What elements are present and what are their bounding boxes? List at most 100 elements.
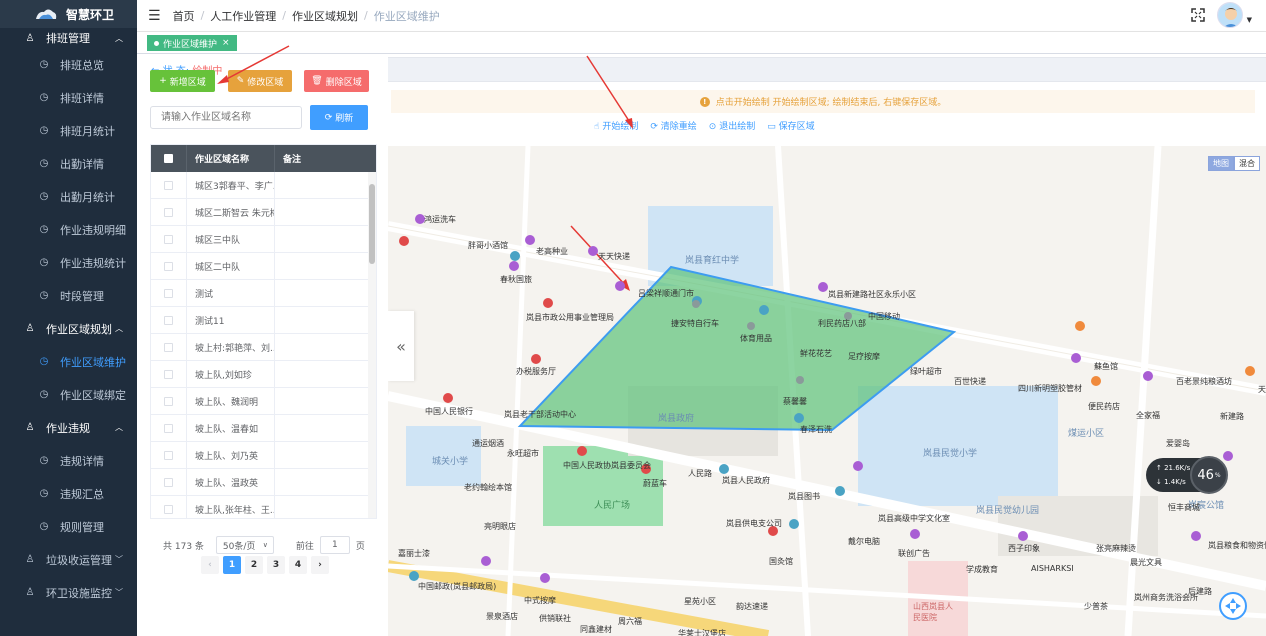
row-checkbox[interactable] (164, 396, 173, 406)
map-poi-label[interactable]: 便民药店 (1088, 401, 1120, 412)
table-row[interactable]: 坡上队、魏润明 (151, 388, 376, 415)
table-row[interactable]: 测试 (151, 280, 376, 307)
map-poi-label[interactable]: 爱婴岛 (1166, 438, 1190, 449)
scrollbar-thumb[interactable] (369, 184, 375, 264)
map-poi-label[interactable]: 少普茶 (1084, 601, 1108, 612)
map-poi-label[interactable]: 鸿运洗车 (424, 214, 456, 225)
prev-page-button[interactable]: ‹ (201, 556, 219, 574)
map-poi-label[interactable]: 利民药店八部 (818, 318, 866, 329)
table-row[interactable]: 城区三中队 (151, 226, 376, 253)
sidebar-item[interactable]: ◷ 作业区域绑定 (0, 378, 137, 411)
sidebar-item[interactable]: ◷ 违规详情 (0, 444, 137, 477)
map-poi-label[interactable]: 蘇鱼馆 (1094, 361, 1118, 372)
table-row[interactable]: 坡上村:郭艳萍、刘... (151, 334, 376, 361)
map-poi-label[interactable]: 中国人民银行 (425, 406, 473, 417)
table-row[interactable]: 城区二斯智云 朱元梅 (151, 199, 376, 226)
sidebar-item[interactable]: ♙ 垃圾收运管理 ﹀ (0, 543, 137, 576)
row-checkbox[interactable] (164, 180, 173, 190)
map-poi-label[interactable]: 人民路 (688, 468, 712, 479)
table-row[interactable]: 坡上队,张年柱、王... (151, 496, 376, 518)
map-poi-label[interactable]: 办税服务厅 (516, 366, 556, 377)
area-search-input[interactable] (150, 106, 302, 129)
map-poi-label[interactable]: 嘉丽士漆 (398, 548, 430, 559)
map-type-hybrid[interactable]: 混合 (1234, 156, 1260, 171)
map-poi-label[interactable]: 鲜花花艺 (800, 348, 832, 359)
map-poi-label[interactable]: 供销联社 (539, 613, 571, 624)
page-button-3[interactable]: 3 (267, 556, 285, 574)
row-checkbox[interactable] (164, 207, 173, 217)
map-poi-label[interactable]: AISHARKSI (1031, 564, 1074, 573)
next-page-button[interactable]: › (311, 556, 329, 574)
chevron-down-icon[interactable]: ▼ (1247, 16, 1252, 24)
row-checkbox[interactable] (164, 504, 173, 514)
map-poi-label[interactable]: 亮明眼店 (484, 521, 516, 532)
sidebar-item[interactable]: ◷ 出勤详情 (0, 147, 137, 180)
map-poi-label[interactable]: 蔚蓝车 (643, 478, 667, 489)
map-poi-label[interactable]: 百世快递 (954, 376, 986, 387)
map-poi-label[interactable]: 人民广场 (594, 498, 630, 511)
map-poi-label[interactable]: 国灸馆 (769, 556, 793, 567)
hamburger-icon[interactable]: ☰ (148, 8, 161, 24)
map-poi-label[interactable]: 晨光文具 (1130, 557, 1162, 568)
row-checkbox[interactable] (164, 234, 173, 244)
row-checkbox[interactable] (164, 342, 173, 352)
row-checkbox[interactable] (164, 369, 173, 379)
map-poi-label[interactable]: 中国邮政(岚县邮政局) (418, 581, 496, 592)
row-checkbox[interactable] (164, 315, 173, 325)
map-poi-label[interactable]: 韵达速递 (736, 601, 768, 612)
map-poi-label[interactable]: 岚县新建路社区永乐小区 (828, 289, 916, 300)
clear-redraw-link[interactable]: ⟳ 清除重绘 (650, 119, 696, 132)
map-view[interactable]: 鸿运洗车 胖哥小酒馆 老高种业 天天快递 岚县育红中学 春秋国旅 吕梁祥顺通门市 岚县市政公用… (388, 146, 1266, 636)
map-poi-label[interactable]: 胖哥小酒馆 (468, 240, 508, 251)
breadcrumb-item[interactable]: 作业区域规划 (292, 8, 358, 24)
map-poi-label[interactable]: 天正电器 (1258, 384, 1266, 395)
row-checkbox[interactable] (164, 450, 173, 460)
table-scrollbar[interactable] (368, 172, 376, 518)
map-poi-label[interactable]: 蔡馨馨 (783, 396, 807, 407)
delete-area-button[interactable]: 🗑 删除区域 (304, 70, 369, 92)
map-poi-label[interactable]: 岚县粮食和物资储备局住宅小区 (1208, 540, 1266, 551)
sidebar-item[interactable]: ◷ 作业违规明细 (0, 213, 137, 246)
map-poi-label[interactable]: 岚县供电支公司 (726, 518, 782, 529)
map-poi-label[interactable]: 四川新明塑胶管材 (1018, 383, 1082, 394)
map-poi-label[interactable]: 同鑫建材 (580, 624, 612, 635)
table-row[interactable]: 坡上队、刘乃英 (151, 442, 376, 469)
sidebar-item[interactable]: ◷ 排班详情 (0, 81, 137, 114)
map-poi-label[interactable]: 捷安特自行车 (671, 318, 719, 329)
table-row[interactable]: 坡上队、温政英 (151, 469, 376, 496)
map-poi-label[interactable]: 春秋国旅 (500, 274, 532, 285)
add-area-button[interactable]: + 新增区域 (150, 70, 215, 92)
map-poi-label[interactable]: 足疗按摩 (848, 351, 880, 362)
map-poi-label[interactable]: 岚县政府 (658, 411, 694, 424)
table-row[interactable]: 坡上队,刘如珍 (151, 361, 376, 388)
table-row[interactable]: 测试11 (151, 307, 376, 334)
sidebar-item[interactable]: ♙ 作业区域规划 ︿ (0, 312, 137, 345)
map-poi-label[interactable]: 岚县人民政府 (722, 475, 770, 486)
sidebar-item[interactable]: ♙ 环卫设施监控 ﹀ (0, 576, 137, 609)
map-poi-label[interactable]: 恒丰商城 (1168, 502, 1200, 513)
map-poi-label[interactable]: 戴尔电脑 (848, 536, 880, 547)
page-button-1[interactable]: 1 (223, 556, 241, 574)
map-poi-label[interactable]: 新建路 (1220, 411, 1244, 422)
map-poi-label[interactable]: 城关小学 (432, 454, 468, 467)
map-poi-label[interactable]: 春泽石洗 (800, 424, 832, 435)
map-poi-label[interactable]: 星苑小区 (684, 596, 716, 607)
select-all-checkbox[interactable] (164, 154, 173, 163)
save-area-link[interactable]: ▭ 保存区域 (767, 119, 814, 132)
avatar[interactable] (1216, 2, 1243, 28)
sidebar-item[interactable]: ◷ 作业违规统计 (0, 246, 137, 279)
sidebar-item[interactable]: ◷ 时段管理 (0, 279, 137, 312)
map-poi-label[interactable]: 岚县图书 (788, 491, 820, 502)
sidebar-item[interactable]: ◷ 作业区域维护 (0, 345, 137, 378)
table-row[interactable]: 坡上队、温春如 (151, 415, 376, 442)
page-size-select[interactable]: 50条/页 ∨ (215, 536, 274, 554)
map-poi-label[interactable]: 中国移动 (868, 311, 900, 322)
map-poi-label[interactable]: 吕梁祥顺通门市 (638, 288, 694, 299)
map-poi-label[interactable]: 华莱士汉堡店 (678, 628, 726, 636)
fullscreen-icon[interactable] (1190, 8, 1205, 22)
map-type-map[interactable]: 地图 (1208, 156, 1234, 171)
exit-draw-link[interactable]: ⊙ 退出绘制 (709, 119, 755, 132)
sidebar-item[interactable]: ◷ 规则管理 (0, 510, 137, 543)
map-poi-label[interactable]: 煤运小区 (1068, 426, 1104, 439)
sidebar-item[interactable]: ◷ 出勤月统计 (0, 180, 137, 213)
